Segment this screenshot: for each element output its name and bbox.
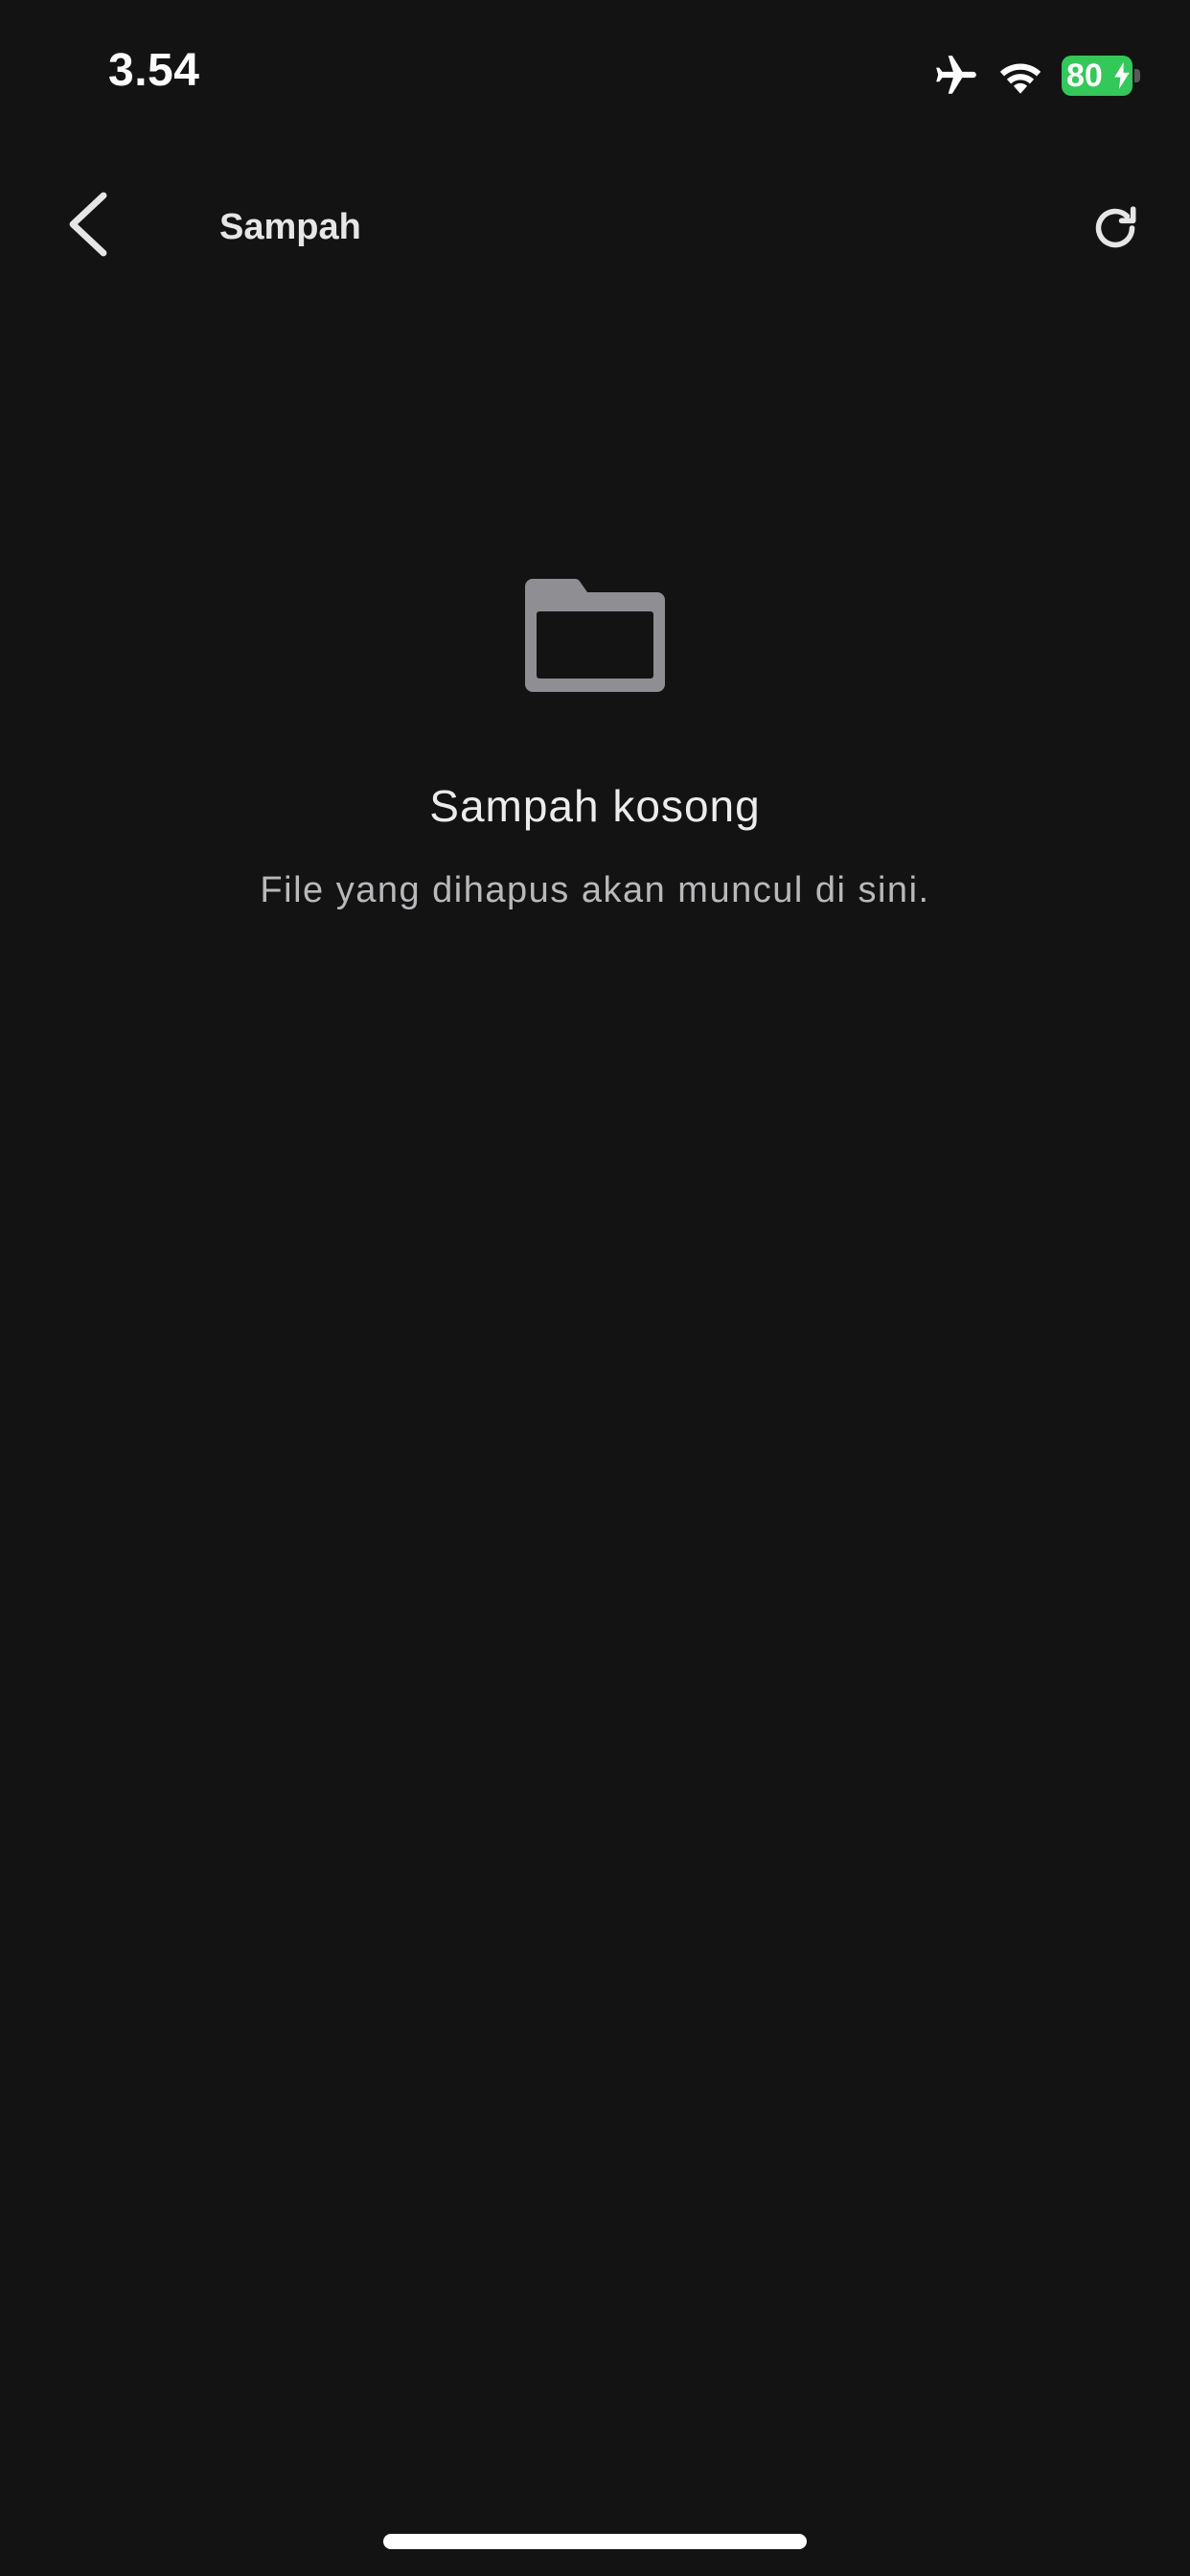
empty-state-title: Sampah kosong	[429, 781, 761, 831]
refresh-icon	[1095, 206, 1136, 248]
battery-cap	[1134, 69, 1140, 82]
home-indicator[interactable]	[383, 2534, 807, 2549]
charging-bolt-icon	[1114, 62, 1130, 89]
wifi-icon	[999, 63, 1041, 94]
battery-icon: 80	[1062, 56, 1133, 96]
back-button[interactable]	[50, 186, 126, 263]
status-icons: 80	[931, 52, 1140, 100]
battery-level: 80	[1066, 58, 1103, 94]
navigation-bar: Sampah	[0, 163, 1190, 297]
empty-state-subtitle: File yang dihapus akan muncul di sini.	[260, 870, 930, 910]
folder-icon	[525, 578, 665, 692]
airplane-icon	[936, 56, 976, 94]
refresh-button[interactable]	[1079, 192, 1152, 264]
chevron-left-icon	[69, 192, 107, 257]
empty-state: Sampah kosong File yang dihapus akan mun…	[0, 575, 1190, 911]
status-bar: 3.54 80	[0, 0, 1190, 144]
page-title: Sampah	[219, 207, 361, 247]
status-time: 3.54	[108, 45, 200, 96]
